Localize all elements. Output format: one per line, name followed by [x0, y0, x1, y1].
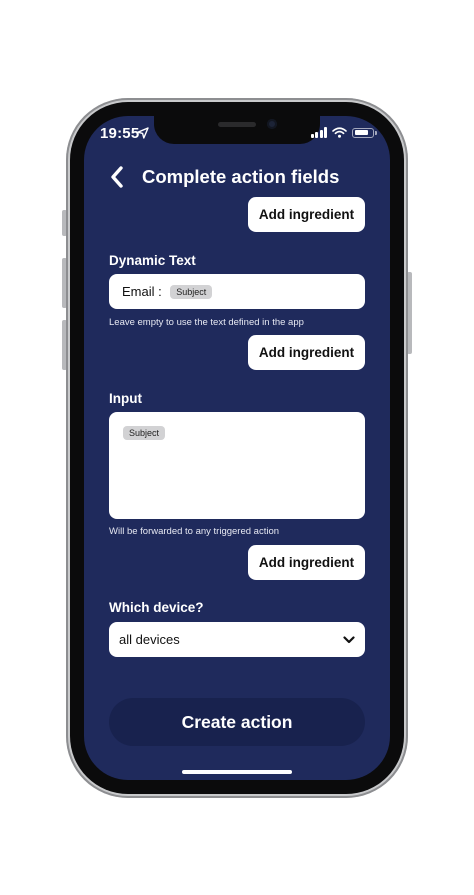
add-ingredient-button-1[interactable]: Add ingredient — [248, 197, 365, 232]
location-arrow-icon — [137, 127, 149, 139]
wifi-icon — [332, 127, 347, 138]
dynamic-text-helper: Leave empty to use the text defined in t… — [109, 317, 304, 328]
status-icons — [310, 127, 377, 138]
app-screen: 19:55 Complete action fields Add ingredi… — [84, 116, 390, 780]
add-ingredient-button-2[interactable]: Add ingredient — [248, 335, 365, 370]
device-select[interactable]: all devices — [109, 622, 365, 657]
input-helper: Will be forwarded to any triggered actio… — [109, 526, 280, 537]
chevron-down-icon — [343, 635, 355, 643]
battery-fill — [354, 130, 369, 135]
dynamic-text-prefix: Email : — [122, 284, 162, 300]
device-mockup: 19:55 Complete action fields Add ingredi… — [0, 0, 474, 895]
input-label: Input — [109, 391, 142, 406]
device-label: Which device? — [109, 600, 204, 615]
subject-chip[interactable]: Subject — [123, 425, 166, 440]
device-select-value: all devices — [119, 632, 180, 647]
dynamic-text-field[interactable]: Email : Subject — [109, 274, 365, 309]
dynamic-text-label: Dynamic Text — [109, 253, 196, 268]
home-indicator[interactable] — [182, 770, 292, 774]
speaker-grille — [218, 122, 256, 127]
notch — [154, 116, 320, 144]
create-action-button[interactable]: Create action — [109, 698, 365, 746]
front-camera — [267, 119, 277, 129]
page-title: Complete action fields — [142, 166, 340, 187]
chevron-left-icon[interactable] — [106, 164, 128, 190]
cellular-signal-icon — [310, 127, 327, 138]
subject-chip[interactable]: Subject — [170, 284, 213, 299]
input-textarea[interactable]: Subject — [109, 412, 365, 519]
add-ingredient-button-3[interactable]: Add ingredient — [248, 545, 365, 580]
battery-icon — [352, 127, 377, 138]
status-time: 19:55 — [100, 125, 140, 142]
nav-header: Complete action fields — [84, 160, 390, 194]
